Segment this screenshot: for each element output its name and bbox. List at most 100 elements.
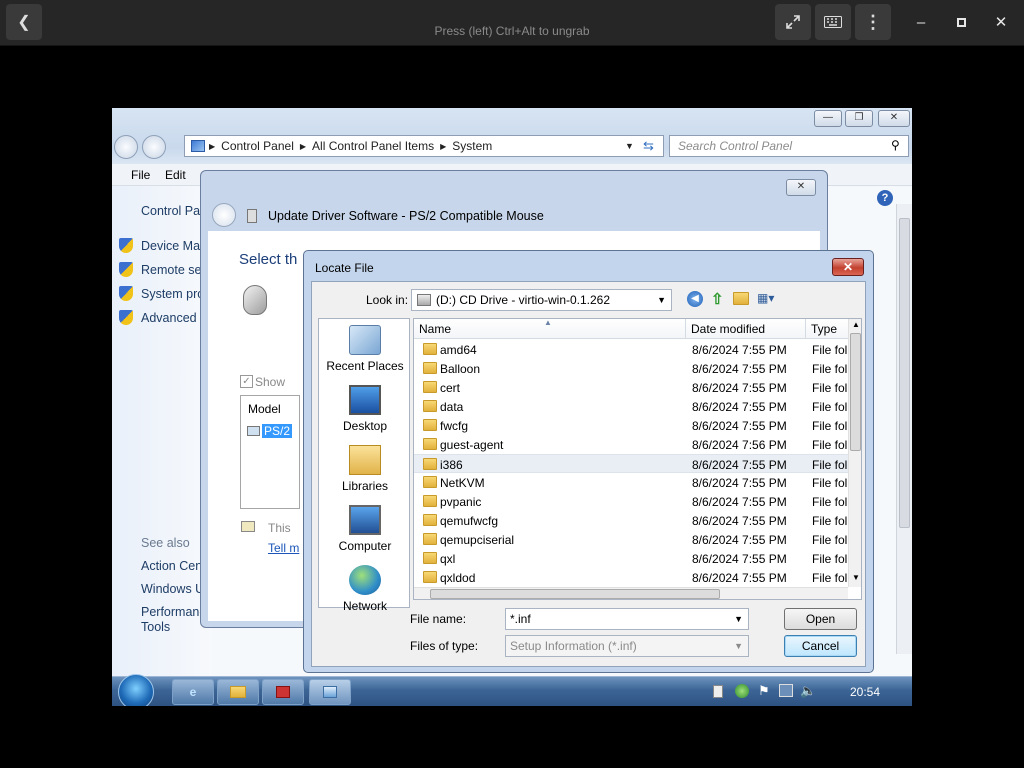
close-icon: ✕	[889, 112, 899, 123]
back-arrow-icon[interactable]: ◀	[687, 291, 703, 307]
file-row[interactable]: NetKVM 8/6/2024 7:55 PM File fol	[414, 473, 848, 492]
chevron-down-icon[interactable]: ▼	[734, 609, 743, 629]
more-button[interactable]: ⋮	[855, 4, 891, 40]
file-row[interactable]: qemupciserial 8/6/2024 7:55 PM File fol	[414, 530, 848, 549]
breadcrumb-control-panel[interactable]: Control Panel	[221, 139, 294, 153]
back-button[interactable]: ❮	[6, 4, 42, 40]
column-name[interactable]: Name	[419, 322, 451, 336]
taskbar-clock[interactable]: 20:54	[850, 685, 880, 699]
scroll-thumb[interactable]	[850, 333, 861, 451]
cp-close-button[interactable]: ✕	[878, 110, 910, 127]
place-computer[interactable]: Computer	[319, 505, 411, 553]
place-recent[interactable]: Recent Places	[319, 325, 411, 373]
file-row[interactable]: i386 8/6/2024 7:55 PM File fol	[414, 454, 848, 473]
column-date[interactable]: Date modified	[691, 322, 765, 336]
file-row[interactable]: data 8/6/2024 7:55 PM File fol	[414, 397, 848, 416]
address-dropdown-icon[interactable]: ▼	[625, 141, 634, 151]
place-desktop[interactable]: Desktop	[319, 385, 411, 433]
maximize-icon	[956, 17, 966, 27]
windows-update-link[interactable]: Windows U	[141, 582, 204, 596]
notes-icon[interactable]	[713, 685, 723, 698]
chevron-down-icon: ▼	[734, 641, 743, 651]
system-protection-link[interactable]: System pro	[141, 287, 204, 301]
taskbar-device-manager[interactable]	[262, 679, 304, 705]
tell-me-link[interactable]: Tell m	[268, 541, 299, 555]
wizard-back-button[interactable]	[212, 203, 236, 227]
taskbar-ie[interactable]: e	[172, 679, 214, 705]
file-list-horizontal-scrollbar[interactable]	[414, 587, 848, 599]
action-center-link[interactable]: Action Cen	[141, 559, 202, 573]
file-row[interactable]: pvpanic 8/6/2024 7:55 PM File fol	[414, 492, 848, 511]
file-list-vertical-scrollbar[interactable]: ▲ ▼	[848, 319, 861, 587]
volume-icon[interactable]: 🔈	[800, 683, 816, 699]
model-header[interactable]: Model	[248, 402, 281, 416]
fullscreen-button[interactable]	[775, 4, 811, 40]
folder-icon	[423, 552, 437, 564]
start-button[interactable]	[118, 674, 154, 706]
file-row[interactable]: qxl 8/6/2024 7:55 PM File fol	[414, 549, 848, 568]
open-button[interactable]: Open	[784, 608, 857, 630]
cp-restore-button[interactable]: ❐	[845, 110, 873, 127]
taskbar-control-panel[interactable]	[309, 679, 351, 705]
help-icon[interactable]: ?	[877, 190, 893, 206]
maximize-button[interactable]	[949, 10, 973, 34]
network-tray-icon[interactable]	[779, 684, 793, 697]
column-type[interactable]: Type	[811, 322, 837, 336]
new-folder-icon[interactable]	[733, 292, 749, 305]
system-icon	[323, 686, 337, 698]
place-libraries[interactable]: Libraries	[319, 445, 411, 493]
file-row[interactable]: qxldod 8/6/2024 7:55 PM File fol	[414, 568, 848, 587]
place-network[interactable]: Network	[319, 565, 411, 613]
file-date: 8/6/2024 7:55 PM	[692, 381, 787, 395]
file-row[interactable]: amd64 8/6/2024 7:55 PM File fol	[414, 340, 848, 359]
locate-file-close-button[interactable]: ✕	[832, 258, 864, 276]
file-row[interactable]: fwcfg 8/6/2024 7:55 PM File fol	[414, 416, 848, 435]
menu-edit[interactable]: Edit	[165, 168, 186, 182]
scroll-thumb[interactable]	[899, 218, 910, 528]
flag-icon[interactable]: ⚑	[758, 683, 770, 699]
keyboard-button[interactable]	[815, 4, 851, 40]
files-of-type-dropdown[interactable]: Setup Information (*.inf) ▼	[505, 635, 749, 657]
folder-icon	[230, 686, 246, 698]
menu-file[interactable]: File	[131, 168, 150, 182]
more-vertical-icon: ⋮	[864, 11, 882, 32]
device-manager-link[interactable]: Device Mar	[141, 239, 204, 253]
performance-tools-link[interactable]: Tools	[141, 620, 170, 634]
model-item[interactable]: PS/2	[262, 424, 293, 438]
action-center-icon[interactable]	[735, 684, 749, 698]
breadcrumb-all-items[interactable]: All Control Panel Items	[312, 139, 434, 153]
cp-vertical-scrollbar[interactable]	[896, 204, 912, 654]
file-type: File fol	[812, 438, 848, 452]
update-driver-close-button[interactable]: ✕	[786, 179, 816, 196]
file-row[interactable]: Balloon 8/6/2024 7:55 PM File fol	[414, 359, 848, 378]
file-name-input[interactable]: *.inf ▼	[505, 608, 749, 630]
forward-nav-button[interactable]	[142, 135, 166, 159]
scroll-down-icon[interactable]: ▼	[852, 573, 860, 582]
scroll-up-icon[interactable]: ▲	[852, 320, 860, 329]
file-name: qemufwcfg	[440, 514, 499, 528]
minimize-button[interactable]: –	[909, 10, 933, 34]
look-in-dropdown[interactable]: (D:) CD Drive - virtio-win-0.1.262 ▼	[411, 289, 672, 311]
view-menu-icon[interactable]: ▦▾	[757, 291, 781, 305]
address-bar[interactable]: ▶ Control Panel ▶ All Control Panel Item…	[184, 135, 664, 157]
cancel-button[interactable]: Cancel	[784, 635, 857, 657]
refresh-icon[interactable]: ⇆	[643, 138, 654, 154]
cp-minimize-button[interactable]: —	[814, 110, 842, 127]
control-panel-home-link[interactable]: Control Par	[141, 204, 204, 218]
file-row[interactable]: guest-agent 8/6/2024 7:56 PM File fol	[414, 435, 848, 454]
file-type: File fol	[812, 343, 848, 357]
file-date: 8/6/2024 7:55 PM	[692, 476, 787, 490]
breadcrumb-system[interactable]: System	[452, 139, 492, 153]
close-button[interactable]: ✕	[989, 10, 1013, 34]
remote-settings-link[interactable]: Remote set	[141, 263, 205, 277]
back-nav-button[interactable]	[114, 135, 138, 159]
file-row[interactable]: cert 8/6/2024 7:55 PM File fol	[414, 378, 848, 397]
advanced-settings-link[interactable]: Advanced s	[141, 311, 206, 325]
scroll-thumb[interactable]	[430, 589, 720, 599]
search-input[interactable]: Search Control Panel	[669, 135, 909, 157]
show-compatible-checkbox[interactable]: ✓	[240, 375, 253, 388]
up-folder-icon[interactable]: ⇧	[711, 290, 724, 308]
vm-screen: — ❐ ✕ ▶ Control Panel ▶ All Control Pane…	[112, 108, 912, 706]
file-row[interactable]: qemufwcfg 8/6/2024 7:55 PM File fol	[414, 511, 848, 530]
taskbar-explorer[interactable]	[217, 679, 259, 705]
